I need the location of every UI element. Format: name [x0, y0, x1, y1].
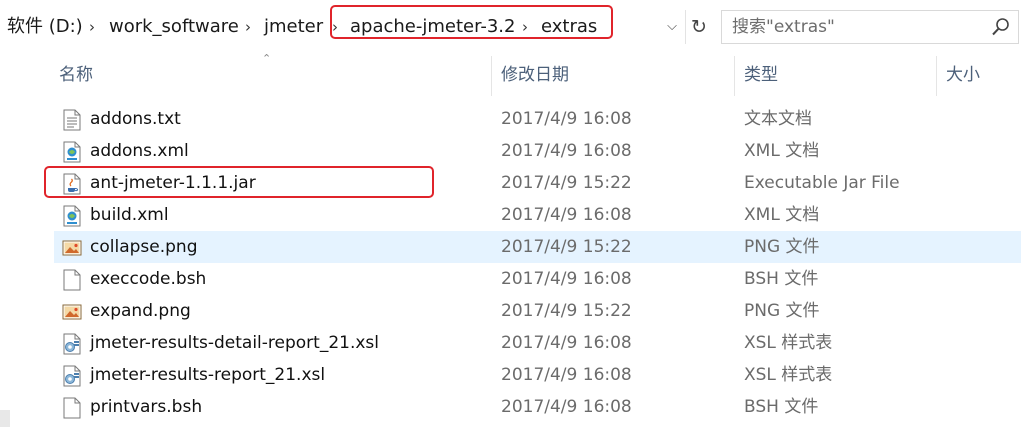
chevron-down-icon[interactable]: ⌵: [661, 10, 683, 44]
file-type: BSH 文件: [744, 269, 819, 289]
column-divider[interactable]: [936, 56, 937, 96]
column-header: ⌃ 名称 修改日期 类型 大小: [0, 52, 1021, 96]
breadcrumb-jmeter[interactable]: jmeter: [264, 10, 323, 44]
blank-file-icon: [62, 397, 82, 419]
png-image-icon: [62, 237, 82, 259]
chevron-right-icon[interactable]: ›: [89, 10, 95, 44]
file-row[interactable]: build.xml 2017/4/9 16:08 XML 文档: [54, 199, 1021, 231]
xml-file-icon: [62, 205, 82, 227]
search-box[interactable]: 搜索"extras": [721, 10, 1019, 44]
file-row[interactable]: execcode.bsh 2017/4/9 16:08 BSH 文件: [54, 263, 1021, 295]
file-type: XML 文档: [744, 205, 820, 225]
file-date: 2017/4/9 16:08: [501, 269, 632, 289]
file-date: 2017/4/9 16:08: [501, 205, 632, 225]
breadcrumb-work-software[interactable]: work_software: [109, 10, 239, 44]
file-row[interactable]: addons.xml 2017/4/9 16:08 XML 文档: [54, 135, 1021, 167]
file-row[interactable]: addons.txt 2017/4/9 16:08 文本文档: [54, 103, 1021, 135]
red-annotation-box: [44, 166, 434, 198]
png-image-icon: [62, 301, 82, 323]
file-name: printvars.bsh: [90, 397, 203, 417]
file-type: XSL 样式表: [744, 365, 833, 385]
file-name: expand.png: [90, 301, 191, 321]
file-type: BSH 文件: [744, 397, 819, 417]
xsl-file-icon: [62, 365, 82, 387]
file-name: collapse.png: [90, 237, 198, 257]
file-type: PNG 文件: [744, 237, 820, 257]
red-annotation-box: [330, 5, 613, 39]
file-date: 2017/4/9 15:22: [501, 173, 632, 193]
file-name: addons.txt: [90, 109, 181, 129]
file-name: addons.xml: [90, 141, 189, 161]
file-row[interactable]: collapse.png 2017/4/9 15:22 PNG 文件: [54, 231, 1021, 263]
file-row[interactable]: printvars.bsh 2017/4/9 16:08 BSH 文件: [54, 391, 1021, 423]
blank-file-icon: [62, 269, 82, 291]
column-date[interactable]: 修改日期: [501, 54, 569, 96]
column-divider[interactable]: [734, 56, 735, 96]
xsl-file-icon: [62, 333, 82, 355]
file-type: Executable Jar File: [744, 173, 900, 193]
file-name: jmeter-results-report_21.xsl: [90, 365, 326, 385]
file-type: PNG 文件: [744, 301, 820, 321]
text-file-icon: [62, 109, 82, 131]
file-date: 2017/4/9 16:08: [501, 109, 632, 129]
column-divider[interactable]: [491, 56, 492, 96]
file-row[interactable]: jmeter-results-detail-report_21.xsl 2017/…: [54, 327, 1021, 359]
file-date: 2017/4/9 16:08: [501, 333, 632, 353]
file-type: 文本文档: [744, 109, 812, 129]
breadcrumb-drive[interactable]: 软件 (D:): [7, 10, 83, 44]
file-date: 2017/4/9 16:08: [501, 365, 632, 385]
file-date: 2017/4/9 15:22: [501, 237, 632, 257]
file-name: execcode.bsh: [90, 269, 207, 289]
column-name[interactable]: 名称: [59, 54, 93, 96]
file-type: XML 文档: [744, 141, 820, 161]
file-date: 2017/4/9 15:22: [501, 301, 632, 321]
column-size[interactable]: 大小: [946, 54, 980, 96]
address-bar: 软件 (D:) › work_software › jmeter › apach…: [0, 0, 1021, 54]
chevron-right-icon[interactable]: ›: [245, 10, 251, 44]
file-row[interactable]: jmeter-results-report_21.xsl 2017/4/9 16:…: [54, 359, 1021, 391]
search-input[interactable]: 搜索"extras": [732, 11, 835, 43]
file-date: 2017/4/9 16:08: [501, 397, 632, 417]
column-type[interactable]: 类型: [744, 54, 778, 96]
file-row[interactable]: expand.png 2017/4/9 15:22 PNG 文件: [54, 295, 1021, 327]
file-type: XSL 样式表: [744, 333, 833, 353]
refresh-icon[interactable]: ↻: [685, 10, 712, 44]
search-icon[interactable]: [990, 16, 1012, 38]
scroll-edge: [0, 410, 10, 427]
file-name: build.xml: [90, 205, 169, 225]
file-date: 2017/4/9 16:08: [501, 141, 632, 161]
sort-up-icon: ⌃: [262, 52, 272, 65]
xml-file-icon: [62, 141, 82, 163]
file-name: jmeter-results-detail-report_21.xsl: [90, 333, 379, 353]
